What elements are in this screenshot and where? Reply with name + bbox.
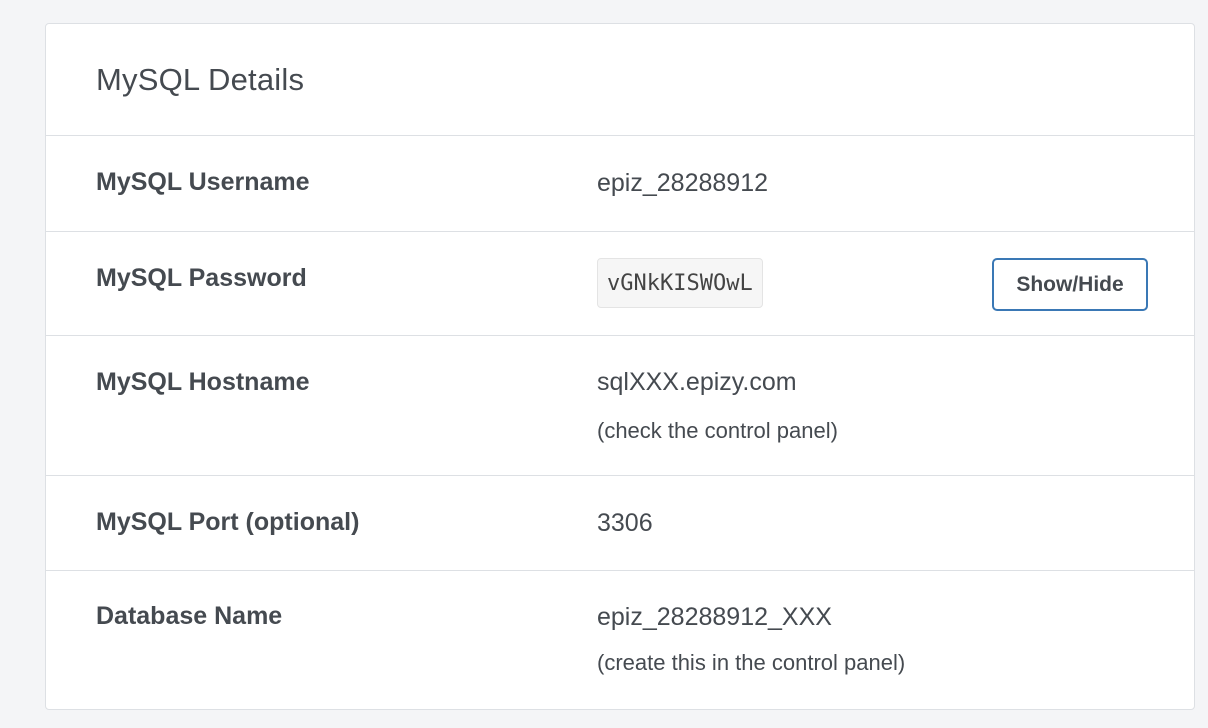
hostname-label: MySQL Hostname — [96, 368, 310, 396]
show-hide-password-button[interactable]: Show/Hide — [992, 258, 1148, 311]
database-name-note: (create this in the control panel) — [597, 650, 906, 675]
detail-row-database-name: Database Name epiz_28288912_XXX (create … — [46, 571, 1194, 709]
detail-row-hostname: MySQL Hostname sqlXXX.epizy.com (check t… — [46, 336, 1194, 476]
database-name-value: epiz_28288912_XXX — [597, 603, 832, 631]
card-title: MySQL Details — [96, 61, 305, 97]
detail-row-username: MySQL Username epiz_28288912 — [46, 136, 1194, 232]
detail-row-password: MySQL Password vGNkKISWOwL Show/Hide — [46, 232, 1194, 336]
database-name-label: Database Name — [96, 602, 283, 630]
hostname-value: sqlXXX.epizy.com — [597, 368, 797, 396]
username-label: MySQL Username — [96, 168, 310, 196]
port-label: MySQL Port (optional) — [96, 508, 360, 536]
password-value: vGNkKISWOwL — [597, 258, 763, 308]
password-label: MySQL Password — [96, 264, 307, 292]
hostname-note: (check the control panel) — [597, 418, 838, 443]
card-header: MySQL Details — [46, 24, 1194, 136]
detail-row-port: MySQL Port (optional) 3306 — [46, 476, 1194, 571]
mysql-details-card: MySQL Details MySQL Username epiz_282889… — [45, 23, 1195, 710]
username-value: epiz_28288912 — [597, 169, 768, 197]
port-value: 3306 — [597, 509, 653, 537]
